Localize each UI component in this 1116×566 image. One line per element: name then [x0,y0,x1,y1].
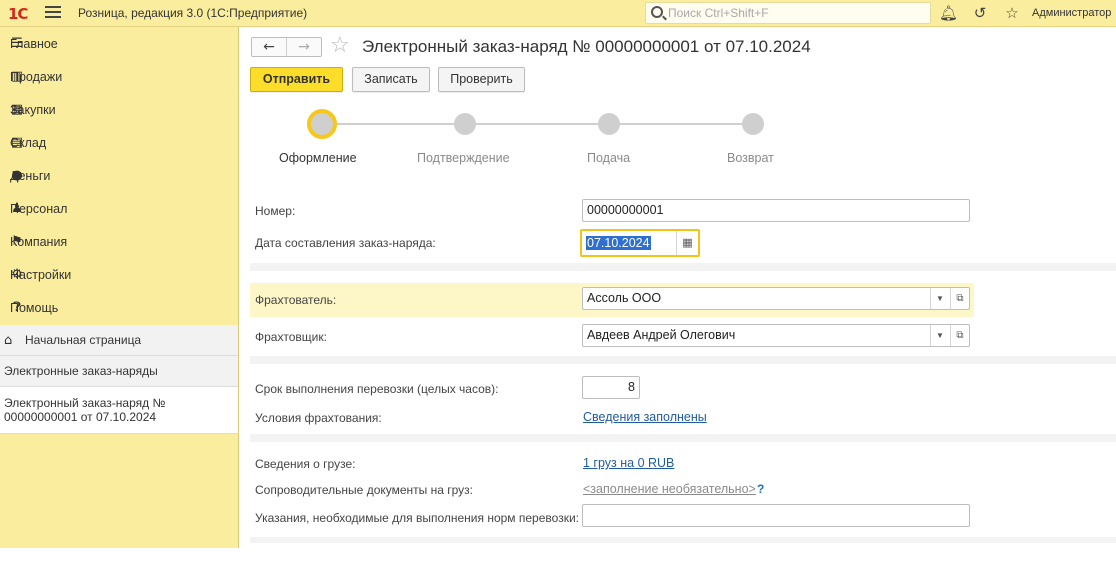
dropdown-arrow-icon[interactable]: ▼ [930,325,949,346]
carrier-label: Фрахтовщик: [255,330,327,344]
step-label-confirm: Подтверждение [417,151,510,165]
carrier-field[interactable]: Авдеев Андрей Олегович ▼ ⧉ [582,324,970,347]
step-dot-submit [598,113,620,135]
sidebar-item-staff[interactable]: ♟ Персонал [0,192,238,225]
sidebar-item-settings[interactable]: ⚙ Настройки [0,258,238,291]
open-item-icon[interactable]: ⧉ [950,325,969,346]
sidebar-item-purchases[interactable]: ▦ Закупки [0,93,238,126]
top-bar: 1С Розница, редакция 3.0 (1С:Предприятие… [0,0,1116,27]
instructions-field[interactable] [582,504,970,527]
steps-line [322,123,753,125]
section-separator [250,434,1116,442]
hamburger-menu-icon[interactable] [45,6,61,20]
sidebar-item-label: Продажи [10,69,63,84]
check-button[interactable]: Проверить [438,67,525,92]
search-icon [651,6,663,18]
sidebar-item-label: Компания [10,234,68,249]
number-label: Номер: [255,204,296,218]
conditions-label: Условия фрахтования: [255,411,382,425]
sidebar-item-help[interactable]: ❓︎ Помощь [0,291,238,324]
bell-icon[interactable]: 🔔︎ [939,4,958,22]
sidebar-item-label: Персонал [10,201,68,216]
open-window-label-line1: Электронный заказ-наряд № [4,396,166,410]
1c-logo[interactable]: 1С [8,5,28,23]
open-window-list[interactable]: Электронные заказ-наряды [0,356,238,387]
help-question-icon[interactable]: ? [757,482,764,496]
cargo-label: Сведения о грузе: [255,457,356,471]
sidebar-item-money[interactable]: ● Деньги [0,159,238,192]
instructions-label: Указания, необходимые для выполнения нор… [255,511,579,525]
charterer-field[interactable]: Ассоль ООО ▼ ⧉ [582,287,970,310]
step-dot-design [307,109,337,139]
date-value: 07.10.2024 [586,236,651,250]
term-field[interactable]: 8 [582,376,640,399]
save-button[interactable]: Записать [352,67,430,92]
home-icon: ⌂ [4,332,13,348]
charterer-value: Ассоль ООО [587,291,662,305]
forward-arrow-icon[interactable]: → [286,38,321,56]
star-icon[interactable]: ☆ [1003,4,1021,22]
step-label-submit: Подача [587,151,631,165]
date-label: Дата составления заказ-наряда: [255,236,436,250]
page-title: Электронный заказ-наряд № 00000000001 от… [362,37,811,56]
sidebar-item-sales[interactable]: ▥ Продажи [0,60,238,93]
open-window-label: Электронные заказ-наряды [4,364,158,378]
open-window-label: Начальная страница [25,333,142,347]
app-title: Розница, редакция 3.0 (1С:Предприятие) [78,6,308,20]
step-dot-confirm [454,113,476,135]
user-name[interactable]: Администратор [1032,7,1111,19]
number-field[interactable]: 00000000001 [582,199,970,222]
back-arrow-icon[interactable]: ← [252,38,286,56]
sidebar-item-label: Склад [10,135,47,150]
cargo-link[interactable]: 1 груз на 0 RUB [583,456,674,470]
charterer-label: Фрахтователь: [255,293,337,307]
search-input[interactable] [668,5,918,21]
favorite-star-icon[interactable]: ☆ [330,33,350,58]
open-windows-list: ⌂ Начальная страница Электронные заказ-н… [0,325,238,434]
document-form: ← → ☆ Электронный заказ-наряд № 00000000… [240,27,1116,548]
sidebar-item-company[interactable]: ⚑ Компания [0,225,238,258]
history-icon[interactable]: ↺ [971,4,989,22]
step-label-return: Возврат [727,151,774,165]
sidebar-item-label: Деньги [10,168,51,183]
term-label: Срок выполнения перевозки (целых часов): [255,382,499,396]
section-separator [250,537,1116,543]
step-label-design: Оформление [279,151,357,165]
dropdown-arrow-icon[interactable]: ▼ [930,288,949,309]
nav-buttons: ← → [251,37,322,57]
calendar-icon[interactable]: ▦ [676,231,698,255]
sidebar-item-warehouse[interactable]: ▤ Склад [0,126,238,159]
conditions-link[interactable]: Сведения заполнены [583,410,707,424]
sidebar: ☰ Главное ▥ Продажи ▦ Закупки ▤ Склад ● … [0,27,239,548]
docs-label: Сопроводительные документы на груз: [255,483,474,497]
docs-link[interactable]: <заполнение необязательно> [583,482,756,496]
section-separator [250,356,1116,364]
date-field[interactable]: 07.10.2024 ▦ [580,229,700,257]
open-window-home[interactable]: ⌂ Начальная страница [0,325,238,356]
sidebar-item-label: Закупки [10,102,56,117]
sidebar-item-label: Настройки [10,267,72,282]
send-button[interactable]: Отправить [250,67,343,92]
open-window-label-line2: 00000000001 от 07.10.2024 [4,410,157,424]
step-dot-return [742,113,764,135]
open-item-icon[interactable]: ⧉ [950,288,969,309]
sidebar-item-label: Помощь [10,300,59,315]
search-box[interactable] [645,2,931,24]
sidebar-item-label: Главное [10,36,58,51]
sidebar-item-main[interactable]: ☰ Главное [0,27,238,60]
open-window-current[interactable]: Электронный заказ-наряд № 00000000001 от… [0,387,238,434]
section-separator [250,263,1116,271]
carrier-value: Авдеев Андрей Олегович [587,328,736,342]
